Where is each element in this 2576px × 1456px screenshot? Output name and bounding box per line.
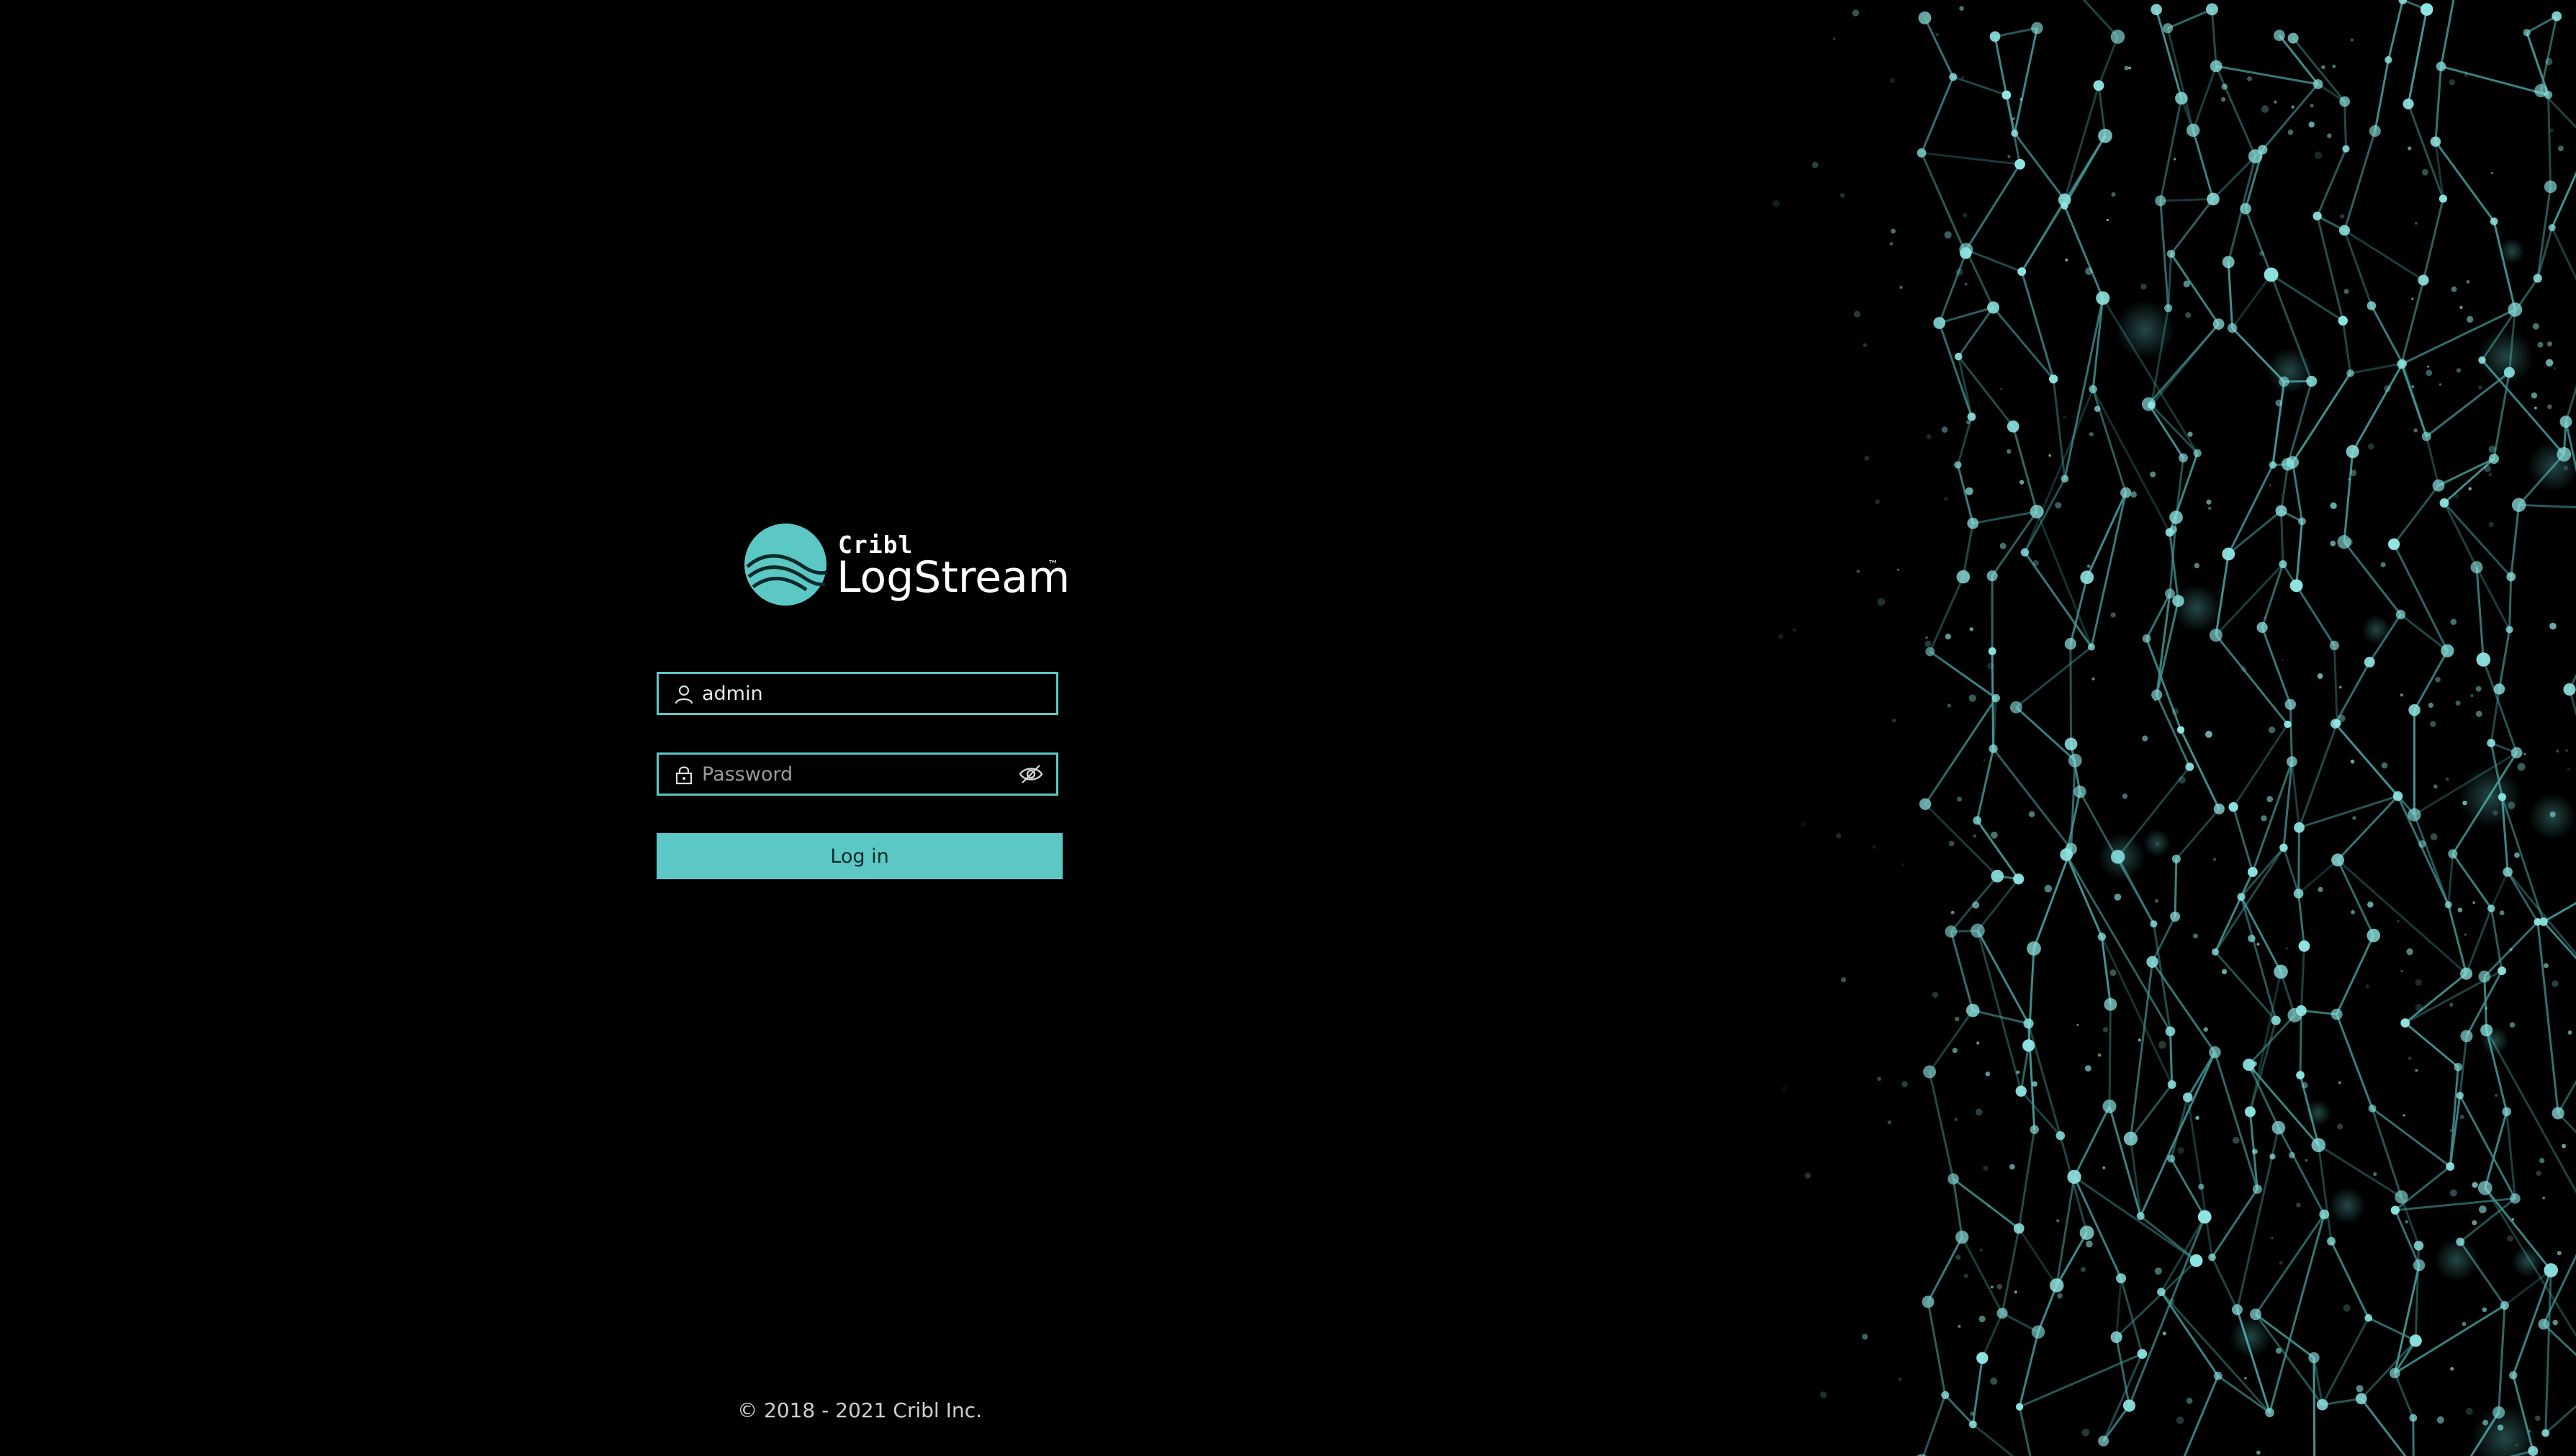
password-field[interactable] [657,752,1058,796]
cribl-wave-logo-icon [744,523,827,606]
login-button[interactable]: Log in [657,833,1063,879]
trademark-symbol: ™ [1048,558,1058,571]
user-icon [675,685,693,704]
copyright-text: © 2018 - 2021 Cribl Inc. [737,1398,982,1422]
eye-slash-icon[interactable] [1019,763,1043,785]
username-field[interactable] [657,672,1058,715]
background-network-art [1713,0,2576,1456]
brand-product-name: LogStream [837,552,1071,603]
brand-logo: Cribl LogStream ™ [700,522,1070,616]
lock-icon [675,766,693,785]
username-input[interactable] [702,678,1004,709]
password-input[interactable] [702,759,1004,789]
